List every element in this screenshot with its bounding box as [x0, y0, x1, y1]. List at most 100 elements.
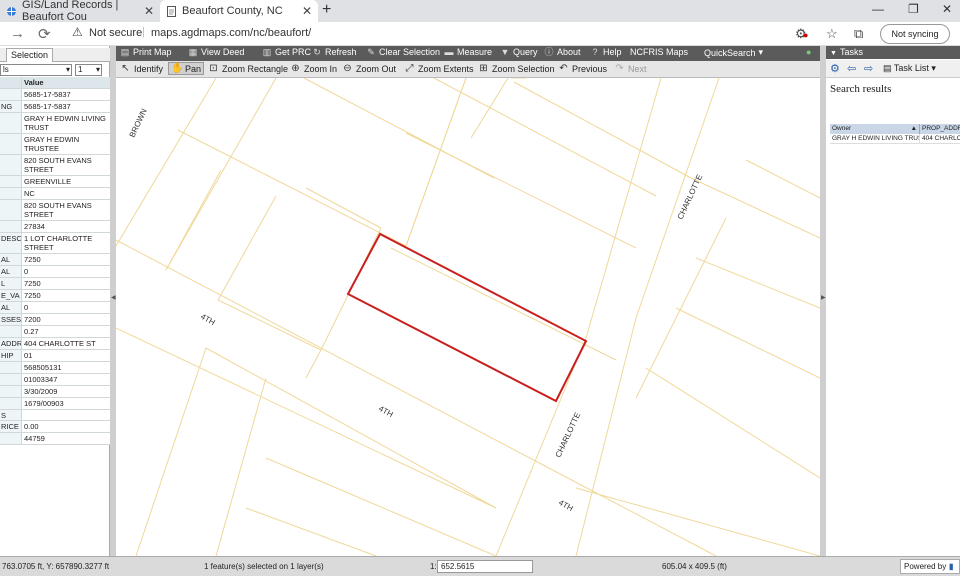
- previous-icon: ↶: [559, 63, 568, 74]
- table-row[interactable]: GRAY H EDWIN LIVING TRUST 404 CHARLO: [830, 134, 960, 144]
- tasks-header[interactable]: ▼ Tasks: [826, 46, 960, 59]
- attribute-row[interactable]: 820 SOUTH EVANS STREET: [0, 200, 110, 221]
- attribute-value: 820 SOUTH EVANS STREET: [22, 200, 110, 220]
- powered-by[interactable]: Powered by ▮: [900, 559, 960, 574]
- parcel-map[interactable]: BROWN CHARLOTTE 4TH 4TH CHARLOTTE 4TH: [116, 78, 820, 556]
- parcel-line: [215, 377, 267, 556]
- restore-icon[interactable]: ❐: [908, 2, 919, 16]
- gear-icon[interactable]: ⚙: [830, 62, 840, 75]
- layer-selectors: ls ▾ 1 ▾: [0, 63, 110, 77]
- forward-icon[interactable]: →: [10, 25, 25, 42]
- close-window-icon[interactable]: ✕: [942, 2, 952, 16]
- pan-tool[interactable]: ✋ Pan: [168, 62, 205, 75]
- attribute-row[interactable]: 01003347: [0, 374, 110, 386]
- help-button[interactable]: ? Help: [590, 47, 621, 57]
- identify-tool[interactable]: ↖ Identify: [120, 63, 163, 74]
- column-owner[interactable]: Owner ▲: [830, 124, 920, 134]
- collections-icon[interactable]: ⧉: [854, 26, 863, 42]
- panel-tabs: Selection: [0, 48, 110, 62]
- measure-button[interactable]: ▬ Measure: [444, 47, 493, 57]
- query-button[interactable]: ▼ Query: [500, 47, 538, 57]
- view-deed-button[interactable]: ▦ View Deed: [188, 47, 245, 57]
- attribute-row[interactable]: 820 SOUTH EVANS STREET: [0, 155, 110, 176]
- attribute-row[interactable]: DESC 1 LOT CHARLOTTE STREET: [0, 233, 110, 254]
- expand-icon[interactable]: ●: [806, 47, 811, 57]
- attribute-row[interactable]: 5685-17-5837: [0, 89, 110, 101]
- favorites-icon[interactable]: ☆: [826, 26, 838, 42]
- attribute-key: [0, 433, 22, 444]
- attribute-row[interactable]: 27834: [0, 221, 110, 233]
- warning-icon: ⚠: [72, 25, 83, 39]
- print-map-button[interactable]: ▤ Print Map: [120, 47, 172, 57]
- zoom-selection-icon: ⊞: [479, 63, 488, 74]
- feature-select[interactable]: 1 ▾: [75, 64, 102, 76]
- selected-parcel[interactable]: [346, 232, 588, 403]
- attribute-row[interactable]: GRAY H EDWIN LIVING TRUST: [0, 113, 110, 134]
- zoom-in-tool[interactable]: ⊕ Zoom In: [290, 63, 337, 74]
- attribute-row[interactable]: SSES 7200: [0, 314, 110, 326]
- security-status[interactable]: Not secure: [89, 27, 142, 39]
- clear-selection-button[interactable]: ✎ Clear Selection: [366, 47, 440, 57]
- tab-title: GIS/Land Records | Beaufort Cou: [22, 0, 119, 23]
- about-button[interactable]: ⓘ About: [544, 47, 580, 57]
- tab-beaufort-county[interactable]: Beaufort County, NC ✕: [160, 0, 318, 22]
- attribute-row[interactable]: HIP 01: [0, 350, 110, 362]
- attribute-row[interactable]: E_VA 7250: [0, 290, 110, 302]
- tab-selection[interactable]: Selection: [6, 48, 54, 62]
- attribute-row[interactable]: GRAY H EDWIN TRUSTEE: [0, 134, 110, 155]
- zoom-extents-tool[interactable]: ⤢ Zoom Extents: [404, 63, 474, 74]
- attribute-row[interactable]: 0.27: [0, 326, 110, 338]
- get-prc-button[interactable]: ▥ Get PRC: [262, 47, 311, 57]
- attribute-row[interactable]: 3/30/2009: [0, 386, 110, 398]
- refresh-button[interactable]: ↻ Refresh: [312, 47, 356, 57]
- attribute-row[interactable]: AL 7250: [0, 254, 110, 266]
- back-icon[interactable]: ⇦: [847, 62, 856, 75]
- attribute-row[interactable]: AL 0: [0, 266, 110, 278]
- next-extent-button[interactable]: ↷ Next: [614, 63, 646, 74]
- zoom-selection-tool[interactable]: ⊞ Zoom Selection: [478, 63, 554, 74]
- collapse-right-icon[interactable]: ▶: [821, 294, 826, 301]
- attribute-row[interactable]: ADDR 404 CHARLOTTE ST: [0, 338, 110, 350]
- close-tab-icon[interactable]: ✕: [302, 4, 312, 18]
- selection-panel: Selection ls ▾ 1 ▾ Value 5685-17-5837 NG 568…: [0, 46, 110, 556]
- minimize-icon[interactable]: —: [872, 2, 884, 16]
- close-tab-icon[interactable]: ✕: [144, 4, 154, 18]
- attribute-key: [0, 374, 22, 385]
- layer-select[interactable]: ls ▾: [0, 64, 72, 76]
- quicksearch-menu[interactable]: QuickSearch ▾: [704, 47, 763, 58]
- attribute-table: Value 5685-17-5837 NG 5685-17-5837 GRAY H E…: [0, 77, 110, 445]
- attribute-row[interactable]: NG 5685-17-5837: [0, 101, 110, 113]
- tab-gis-land-records[interactable]: GIS/Land Records | Beaufort Cou ✕: [0, 0, 160, 23]
- map-canvas[interactable]: BROWN CHARLOTTE 4TH 4TH CHARLOTTE 4TH: [116, 78, 820, 556]
- attribute-row[interactable]: GREENVILLE: [0, 176, 110, 188]
- task-list-menu[interactable]: ▤ Task List ▾: [883, 63, 936, 74]
- attribute-row[interactable]: 1679/00903: [0, 398, 110, 410]
- attribute-key: NG: [0, 101, 22, 112]
- column-prop-addr[interactable]: PROP_ADDR: [920, 124, 960, 134]
- help-icon: ?: [592, 47, 598, 57]
- attribute-row[interactable]: 568505131: [0, 362, 110, 374]
- attribute-value: 7250: [22, 290, 110, 301]
- collapse-left-icon[interactable]: ◀: [111, 294, 116, 301]
- attribute-row[interactable]: 44759: [0, 433, 110, 445]
- sync-button[interactable]: Not syncing: [880, 24, 950, 44]
- deed-icon: ▦: [188, 47, 198, 57]
- document-icon: ▥: [262, 47, 272, 57]
- previous-extent-button[interactable]: ↶ Previous: [558, 63, 607, 74]
- attribute-key: [0, 155, 22, 175]
- attribute-row[interactable]: RICE 0.00: [0, 421, 110, 433]
- parcel-line: [217, 299, 322, 351]
- attribute-row[interactable]: L 7250: [0, 278, 110, 290]
- attribute-row[interactable]: S: [0, 410, 110, 421]
- zoom-out-tool[interactable]: ⊖ Zoom Out: [342, 63, 396, 74]
- zoom-rectangle-tool[interactable]: ⊡ Zoom Rectangle: [208, 63, 288, 74]
- reload-icon[interactable]: ⟳: [38, 25, 51, 43]
- scale-input[interactable]: 652.5615: [437, 560, 533, 573]
- url-field[interactable]: maps.agdmaps.com/nc/beaufort/: [151, 27, 311, 39]
- forward-icon[interactable]: ⇨: [864, 62, 873, 75]
- attribute-row[interactable]: NC: [0, 188, 110, 200]
- attribute-value: 0.00: [22, 421, 110, 432]
- attribute-row[interactable]: AL 0: [0, 302, 110, 314]
- new-tab-icon[interactable]: +: [322, 1, 331, 19]
- ncfris-maps-button[interactable]: NCFRIS Maps: [630, 47, 688, 57]
